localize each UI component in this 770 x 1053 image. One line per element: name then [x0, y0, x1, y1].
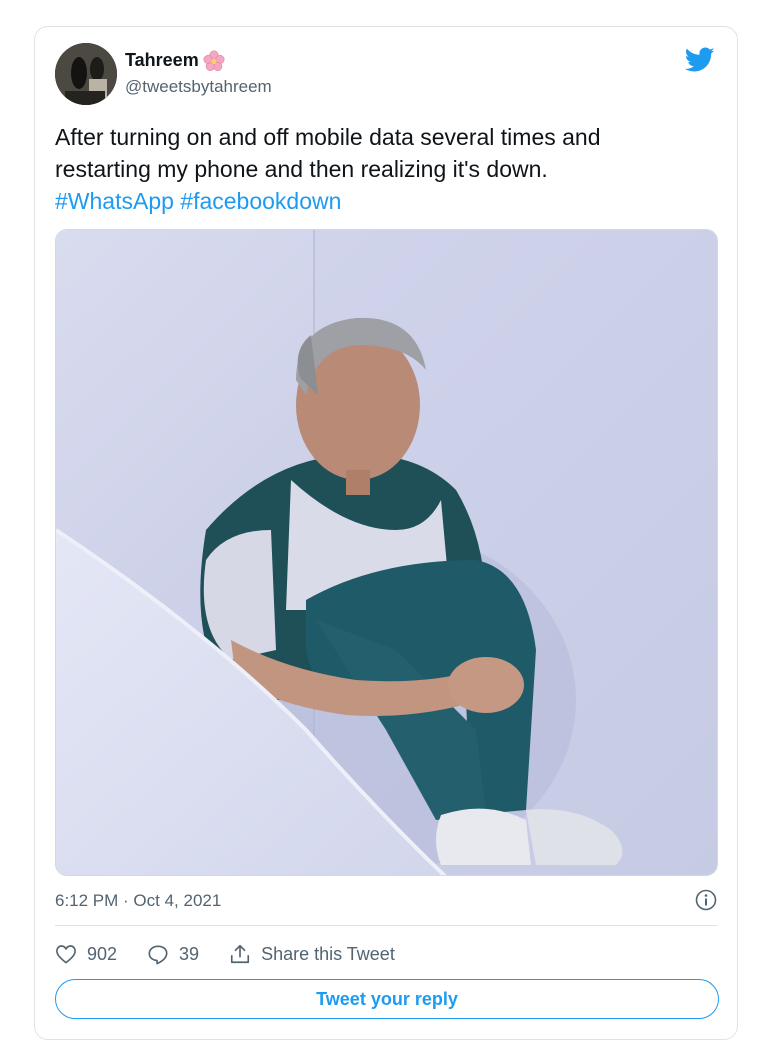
info-icon[interactable] — [695, 889, 717, 911]
hashtag-link-facebookdown[interactable]: #facebookdown — [180, 188, 341, 214]
tweet-text-line: restarting my phone and then realizing i… — [55, 156, 548, 182]
reply-button[interactable]: 39 — [147, 944, 199, 965]
tweet-text: After turning on and off mobile data sev… — [55, 121, 715, 217]
like-count: 902 — [87, 943, 118, 964]
share-button[interactable]: Share this Tweet — [229, 943, 395, 965]
tweet-actions: 902 39 Share this Tweet — [55, 939, 425, 969]
tweet-text-line: After turning on and off mobile data sev… — [55, 124, 601, 150]
tweet-your-reply-button[interactable]: Tweet your reply — [55, 979, 719, 1019]
hashtag-link-whatsapp[interactable]: #WhatsApp — [55, 188, 174, 214]
tweet-photo[interactable] — [55, 229, 718, 876]
reply-bubble-icon — [148, 944, 168, 964]
twitter-bird-icon[interactable] — [684, 47, 715, 73]
heart-icon — [56, 945, 76, 964]
tweet-card: Tahreem @tweetsbytahreem After turning o… — [34, 26, 738, 1040]
share-label: Share this Tweet — [261, 943, 395, 964]
avatar[interactable] — [55, 43, 117, 105]
share-upload-icon — [231, 944, 250, 964]
like-button[interactable]: 902 — [55, 944, 117, 965]
author-handle[interactable]: @tweetsbytahreem — [125, 77, 272, 97]
reply-count: 39 — [179, 943, 200, 964]
divider — [55, 925, 717, 926]
author-display-name[interactable]: Tahreem — [125, 50, 199, 71]
tweet-timestamp[interactable]: 6:12 PM · Oct 4, 2021 — [55, 891, 221, 911]
cherry-blossom-icon — [203, 50, 225, 72]
